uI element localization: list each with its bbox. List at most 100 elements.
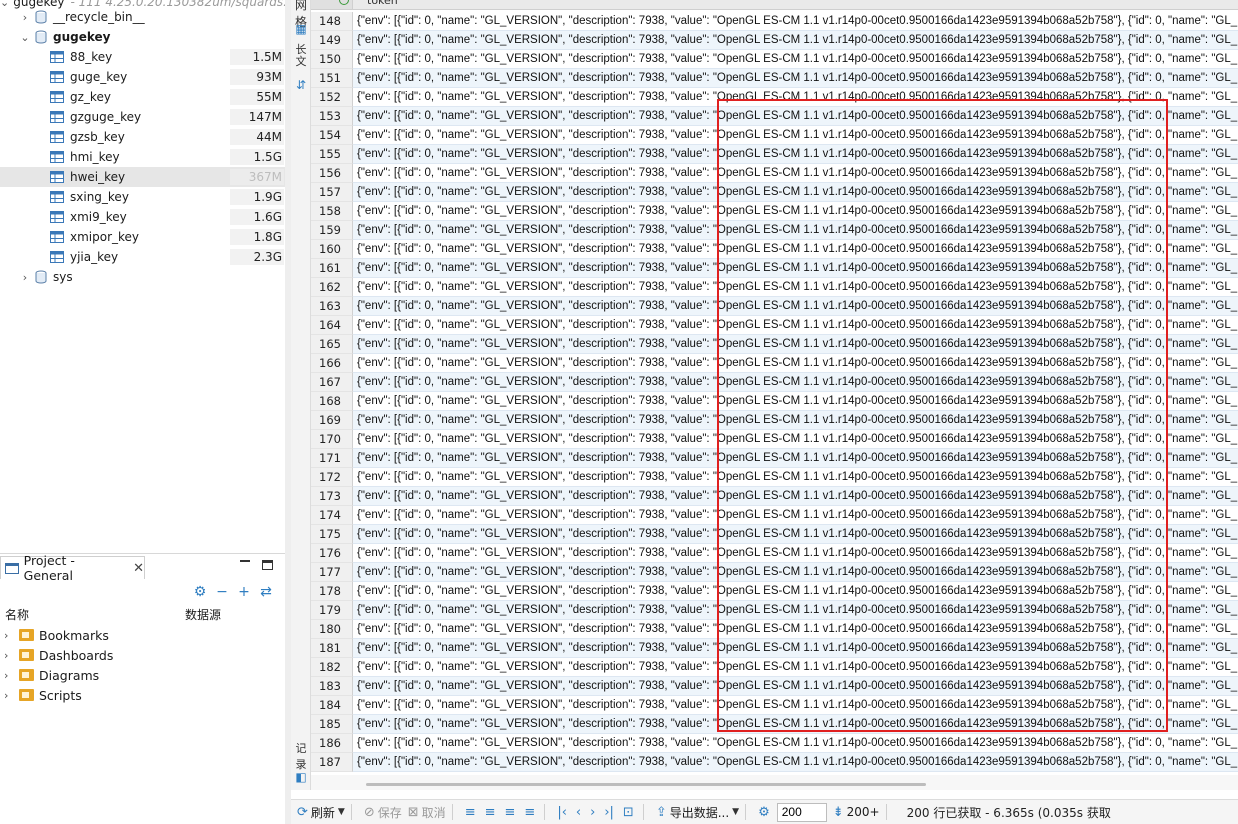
tree-item-database[interactable]: ⌄ gugekey [0, 27, 285, 47]
column-header-datasource[interactable]: 数据源 [185, 606, 221, 623]
first-page-button[interactable]: |‹ [557, 805, 570, 820]
chevron-right-icon[interactable]: › [20, 11, 30, 24]
token-cell[interactable]: {"env": [{"id": 0, "name": "GL_VERSION",… [353, 164, 1238, 183]
table-row[interactable]: 180 {"env": [{"id": 0, "name": "GL_VERSIO… [311, 620, 1238, 639]
token-cell[interactable]: {"env": [{"id": 0, "name": "GL_VERSION",… [353, 202, 1238, 221]
table-row[interactable]: 153 {"env": [{"id": 0, "name": "GL_VERSIO… [311, 107, 1238, 126]
table-row[interactable]: 176 {"env": [{"id": 0, "name": "GL_VERSIO… [311, 544, 1238, 563]
table-row[interactable]: 173 {"env": [{"id": 0, "name": "GL_VERSIO… [311, 487, 1238, 506]
close-icon[interactable]: ✕ [133, 561, 144, 576]
tree-item-table[interactable]: xmi9_key 1.6G [0, 207, 285, 227]
tree-item-table[interactable]: sxing_key 1.9G [0, 187, 285, 207]
tree-item-recycle-bin[interactable]: › __recycle_bin__ [0, 7, 285, 27]
tab-project-general[interactable]: Project - General ✕ [0, 553, 145, 583]
edit-row-button[interactable]: ≡ [465, 805, 479, 820]
token-cell[interactable]: {"env": [{"id": 0, "name": "GL_VERSION",… [353, 506, 1238, 525]
row-number[interactable]: 175 [311, 525, 353, 544]
table-row[interactable]: 185 {"env": [{"id": 0, "name": "GL_VERSIO… [311, 715, 1238, 734]
row-number[interactable]: 182 [311, 658, 353, 677]
row-number[interactable]: 176 [311, 544, 353, 563]
token-cell[interactable]: {"env": [{"id": 0, "name": "GL_VERSION",… [353, 335, 1238, 354]
maximize-icon[interactable] [262, 560, 273, 570]
tree-item-table[interactable]: guge_key 93M [0, 67, 285, 87]
project-item-dashboards[interactable]: › Dashboards [0, 645, 113, 665]
token-cell[interactable]: {"env": [{"id": 0, "name": "GL_VERSION",… [353, 278, 1238, 297]
row-number[interactable]: 162 [311, 278, 353, 297]
table-row[interactable]: 154 {"env": [{"id": 0, "name": "GL_VERSIO… [311, 126, 1238, 145]
token-cell[interactable]: {"env": [{"id": 0, "name": "GL_VERSION",… [353, 69, 1238, 88]
tree-item-table[interactable]: xmipor_key 1.8G [0, 227, 285, 247]
token-cell[interactable]: {"env": [{"id": 0, "name": "GL_VERSION",… [353, 297, 1238, 316]
token-cell[interactable]: {"env": [{"id": 0, "name": "GL_VERSION",… [353, 50, 1238, 69]
chevron-right-icon[interactable]: › [20, 271, 30, 284]
row-number[interactable]: 165 [311, 335, 353, 354]
row-number[interactable]: 168 [311, 392, 353, 411]
project-item-scripts[interactable]: › Scripts [0, 685, 82, 705]
grid-icon[interactable]: ▦ [293, 22, 309, 36]
table-row[interactable]: 159 {"env": [{"id": 0, "name": "GL_VERSIO… [311, 221, 1238, 240]
token-cell[interactable]: {"env": [{"id": 0, "name": "GL_VERSION",… [353, 12, 1238, 31]
row-number[interactable]: 185 [311, 715, 353, 734]
row-number[interactable]: 156 [311, 164, 353, 183]
chevron-down-icon[interactable]: ▼ [732, 807, 739, 817]
tree-item-table[interactable]: 88_key 1.5M [0, 47, 285, 67]
collapse-icon[interactable]: − [214, 584, 230, 600]
table-row[interactable]: 182 {"env": [{"id": 0, "name": "GL_VERSIO… [311, 658, 1238, 677]
settings-button[interactable]: ⚙ [758, 805, 773, 820]
table-row[interactable]: 164 {"env": [{"id": 0, "name": "GL_VERSIO… [311, 316, 1238, 335]
table-row[interactable]: 187 {"env": [{"id": 0, "name": "GL_VERSIO… [311, 753, 1238, 772]
row-number[interactable]: 177 [311, 563, 353, 582]
token-cell[interactable]: {"env": [{"id": 0, "name": "GL_VERSION",… [353, 563, 1238, 582]
row-number[interactable]: 164 [311, 316, 353, 335]
table-row[interactable]: 151 {"env": [{"id": 0, "name": "GL_VERSIO… [311, 69, 1238, 88]
token-cell[interactable]: {"env": [{"id": 0, "name": "GL_VERSION",… [353, 392, 1238, 411]
table-row[interactable]: 169 {"env": [{"id": 0, "name": "GL_VERSIO… [311, 411, 1238, 430]
project-item-diagrams[interactable]: › Diagrams [0, 665, 99, 685]
refresh-button[interactable]: ⟳ 刷新 ▼ [297, 804, 345, 821]
table-row[interactable]: 149 {"env": [{"id": 0, "name": "GL_VERSIO… [311, 31, 1238, 50]
token-cell[interactable]: {"env": [{"id": 0, "name": "GL_VERSION",… [353, 259, 1238, 278]
chevron-right-icon[interactable]: › [4, 669, 14, 682]
token-cell[interactable]: {"env": [{"id": 0, "name": "GL_VERSION",… [353, 715, 1238, 734]
table-row[interactable]: 179 {"env": [{"id": 0, "name": "GL_VERSIO… [311, 601, 1238, 620]
table-row[interactable]: 158 {"env": [{"id": 0, "name": "GL_VERSIO… [311, 202, 1238, 221]
horizontal-scrollbar[interactable] [311, 775, 1238, 790]
table-row[interactable]: 160 {"env": [{"id": 0, "name": "GL_VERSIO… [311, 240, 1238, 259]
token-cell[interactable]: {"env": [{"id": 0, "name": "GL_VERSION",… [353, 696, 1238, 715]
token-cell[interactable]: {"env": [{"id": 0, "name": "GL_VERSION",… [353, 544, 1238, 563]
row-number[interactable]: 160 [311, 240, 353, 259]
fetch-next-button[interactable]: ⇟ 200+ [833, 805, 880, 820]
token-cell[interactable]: {"env": [{"id": 0, "name": "GL_VERSION",… [353, 126, 1238, 145]
last-page-button[interactable]: ›| [604, 805, 617, 820]
token-cell[interactable]: {"env": [{"id": 0, "name": "GL_VERSION",… [353, 430, 1238, 449]
column-header-token[interactable]: token [367, 0, 398, 7]
row-number[interactable]: 152 [311, 88, 353, 107]
tree-item-table[interactable]: gzsb_key 44M [0, 127, 285, 147]
save-button[interactable]: ⊘ 保存 [364, 804, 402, 821]
token-cell[interactable]: {"env": [{"id": 0, "name": "GL_VERSION",… [353, 411, 1238, 430]
row-number[interactable]: 153 [311, 107, 353, 126]
table-row[interactable]: 168 {"env": [{"id": 0, "name": "GL_VERSIO… [311, 392, 1238, 411]
table-row[interactable]: 184 {"env": [{"id": 0, "name": "GL_VERSIO… [311, 696, 1238, 715]
token-cell[interactable]: {"env": [{"id": 0, "name": "GL_VERSION",… [353, 525, 1238, 544]
fit-button[interactable]: ⊡ [623, 805, 637, 820]
table-row[interactable]: 161 {"env": [{"id": 0, "name": "GL_VERSIO… [311, 259, 1238, 278]
row-number[interactable]: 171 [311, 449, 353, 468]
row-number[interactable]: 184 [311, 696, 353, 715]
column-header-name[interactable]: 名称 [5, 606, 29, 623]
row-number[interactable]: 181 [311, 639, 353, 658]
tree-item-table[interactable]: gzguge_key 147M [0, 107, 285, 127]
table-row[interactable]: 170 {"env": [{"id": 0, "name": "GL_VERSIO… [311, 430, 1238, 449]
table-row[interactable]: 178 {"env": [{"id": 0, "name": "GL_VERSIO… [311, 582, 1238, 601]
token-cell[interactable]: {"env": [{"id": 0, "name": "GL_VERSION",… [353, 601, 1238, 620]
row-number[interactable]: 187 [311, 753, 353, 772]
table-row[interactable]: 163 {"env": [{"id": 0, "name": "GL_VERSIO… [311, 297, 1238, 316]
next-page-button[interactable]: › [590, 805, 598, 820]
token-cell[interactable]: {"env": [{"id": 0, "name": "GL_VERSION",… [353, 88, 1238, 107]
tree-item-sys[interactable]: › sys [0, 267, 285, 287]
table-row[interactable]: 167 {"env": [{"id": 0, "name": "GL_VERSIO… [311, 373, 1238, 392]
record-view-label[interactable]: 记录 [293, 740, 309, 772]
row-number[interactable]: 161 [311, 259, 353, 278]
table-row[interactable]: 156 {"env": [{"id": 0, "name": "GL_VERSIO… [311, 164, 1238, 183]
tree-item-table[interactable]: hmi_key 1.5G [0, 147, 285, 167]
